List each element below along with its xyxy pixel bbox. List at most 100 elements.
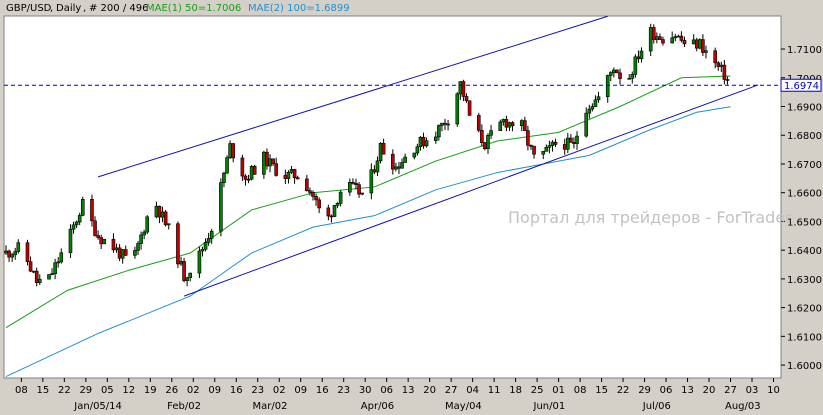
candle-body: [99, 237, 103, 245]
chart-header: GBP/USD , Daily , # 200 / 496 MAE(1) 50=…: [6, 3, 350, 14]
candle-body: [209, 230, 214, 239]
candle-body: [394, 166, 398, 170]
x-month-label: Mar/02: [253, 401, 288, 412]
watermark: Портал для трейдеров - ForTrader: [508, 208, 792, 227]
candle-body: [71, 224, 76, 230]
x-tick-label: 03: [746, 385, 759, 396]
header-mae1: MAE(1) 50=1.7006: [146, 3, 241, 14]
candle-body: [433, 136, 438, 141]
candle-body: [240, 157, 245, 177]
candle-body: [636, 56, 641, 60]
candle-body: [587, 108, 592, 114]
candle-body: [529, 144, 533, 147]
candle-body: [136, 243, 140, 251]
candle-body: [694, 39, 699, 49]
candle-body: [37, 278, 42, 283]
header-separator: ,: [50, 3, 53, 14]
candle-body: [265, 151, 269, 167]
candle-body: [682, 40, 687, 45]
candle-body: [421, 136, 426, 147]
candle-body: [550, 141, 555, 146]
candle-body: [403, 156, 407, 163]
candle-body: [160, 211, 165, 218]
candle-body: [501, 119, 506, 123]
candle-body: [111, 238, 116, 251]
candle-body: [56, 261, 60, 264]
candle-body: [133, 250, 137, 256]
candle-body: [575, 135, 579, 144]
candle-body: [716, 62, 721, 67]
candle-body: [480, 130, 484, 144]
candle-body: [483, 142, 487, 150]
current-price-marker: 1.6974: [780, 78, 822, 92]
candle-body: [526, 130, 530, 146]
candle-body: [354, 182, 358, 185]
x-month-label: Jun/01: [533, 401, 566, 412]
x-tick-label: 08: [574, 385, 587, 396]
candle-body: [397, 166, 401, 169]
candle-body: [415, 146, 420, 154]
candle-body: [93, 220, 97, 236]
candle-body: [658, 36, 662, 40]
candle-body: [182, 261, 186, 281]
x-tick-label: 16: [230, 385, 243, 396]
y-tick-label: 1.6300: [787, 275, 822, 286]
candle-body: [10, 254, 14, 258]
x-tick-label: 23: [251, 385, 264, 396]
candle-body: [486, 134, 490, 150]
x-month-label: May/04: [445, 401, 482, 412]
candle-body: [455, 93, 460, 125]
candle-body: [179, 261, 183, 265]
candle-body: [311, 192, 315, 197]
candle-body: [446, 123, 450, 126]
candle-body: [326, 207, 331, 217]
current-price-label: 1.6974: [784, 81, 819, 92]
candle-body: [608, 72, 613, 76]
candle-body: [569, 137, 573, 143]
candle-body: [286, 171, 291, 179]
candle-body: [670, 37, 674, 44]
candle-body: [348, 182, 352, 193]
candle-body: [225, 157, 229, 174]
x-month-label: Aug/03: [725, 401, 761, 412]
x-tick-label: 29: [79, 385, 92, 396]
header-timeframe: Daily: [56, 3, 81, 14]
x-tick-label: 15: [595, 385, 608, 396]
candle-body: [618, 72, 622, 79]
y-tick-label: 1.6600: [787, 189, 822, 200]
candle-body: [139, 234, 143, 244]
candle-body: [722, 64, 727, 80]
candle-body: [268, 158, 272, 167]
candle-body: [627, 78, 632, 80]
candle-body: [725, 79, 730, 81]
candle-body: [246, 178, 251, 181]
candle-body: [292, 169, 297, 179]
candle-body: [68, 228, 73, 254]
candle-body: [378, 142, 383, 162]
candle-body: [489, 130, 493, 136]
chart: 1.6000 1.6100 1.6200 1.6300 1.6400 1.6500 1.66…: [0, 0, 823, 415]
candle-body: [31, 270, 36, 273]
candle-body: [16, 242, 21, 252]
candle-body: [271, 158, 275, 164]
candle-body: [590, 106, 595, 110]
candle-body: [713, 50, 717, 64]
x-tick-label: 10: [767, 385, 780, 396]
x-tick-label: 04: [466, 385, 479, 396]
x-month-label: Apr/06: [361, 401, 394, 412]
candle-body: [7, 250, 11, 258]
candle-body: [464, 96, 469, 102]
x-tick-label: 20: [703, 385, 716, 396]
candle-body: [176, 223, 180, 265]
plot-area: [3, 15, 782, 379]
x-tick-label: 02: [187, 385, 200, 396]
x-month-label: Jan/05/14: [73, 401, 122, 412]
y-tick-label: 1.6400: [787, 246, 822, 257]
candle-body: [412, 152, 417, 158]
y-tick-label: 1.6500: [787, 217, 822, 228]
candle-body: [400, 162, 404, 169]
candle-body: [157, 205, 162, 218]
x-month-label: Jul/06: [642, 401, 671, 412]
candle-body: [166, 223, 171, 226]
x-tick-label: 29: [638, 385, 651, 396]
